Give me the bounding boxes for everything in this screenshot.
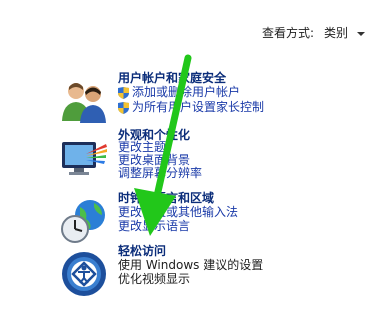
link-recommended-settings[interactable]: 使用 Windows 建议的设置 [118,259,263,272]
shield-icon [118,87,129,99]
view-by-dropdown[interactable]: 类别 [324,26,348,40]
category-title[interactable]: 用户帐户和家庭安全 [118,71,226,85]
clock-globe-icon[interactable] [60,197,108,245]
link-adjust-resolution[interactable]: 调整屏幕分辨率 [118,167,202,180]
category-user-accounts: 用户帐户和家庭安全 添加或删除用户帐户 为所有用户设置家长控制 [60,71,380,133]
link-add-remove-user[interactable]: 添加或删除用户帐户 [132,86,240,99]
view-by-label: 查看方式: [262,26,315,40]
link-parental-controls[interactable]: 为所有用户设置家长控制 [132,101,264,114]
category-appearance: 外观和个性化 更改主题 更改桌面背景 调整屏幕分辨率 [60,128,380,190]
category-title[interactable]: 时钟、语言和区域 [118,191,214,205]
link-change-keyboard[interactable]: 更改键盘或其他输入法 [118,206,238,219]
category-title[interactable]: 轻松访问 [118,244,166,258]
ease-of-access-icon[interactable] [60,250,108,298]
shield-icon [118,102,129,114]
view-by-bar: 查看方式: 类别 [262,26,365,40]
chevron-down-icon[interactable] [357,32,365,36]
category-ease-of-access: 轻松访问 使用 Windows 建议的设置 优化视频显示 [60,244,380,306]
users-icon[interactable] [60,77,108,125]
link-change-display-language[interactable]: 更改显示语言 [118,220,190,233]
link-optimize-visual-display[interactable]: 优化视频显示 [118,273,190,286]
appearance-monitor-icon[interactable] [60,134,108,182]
